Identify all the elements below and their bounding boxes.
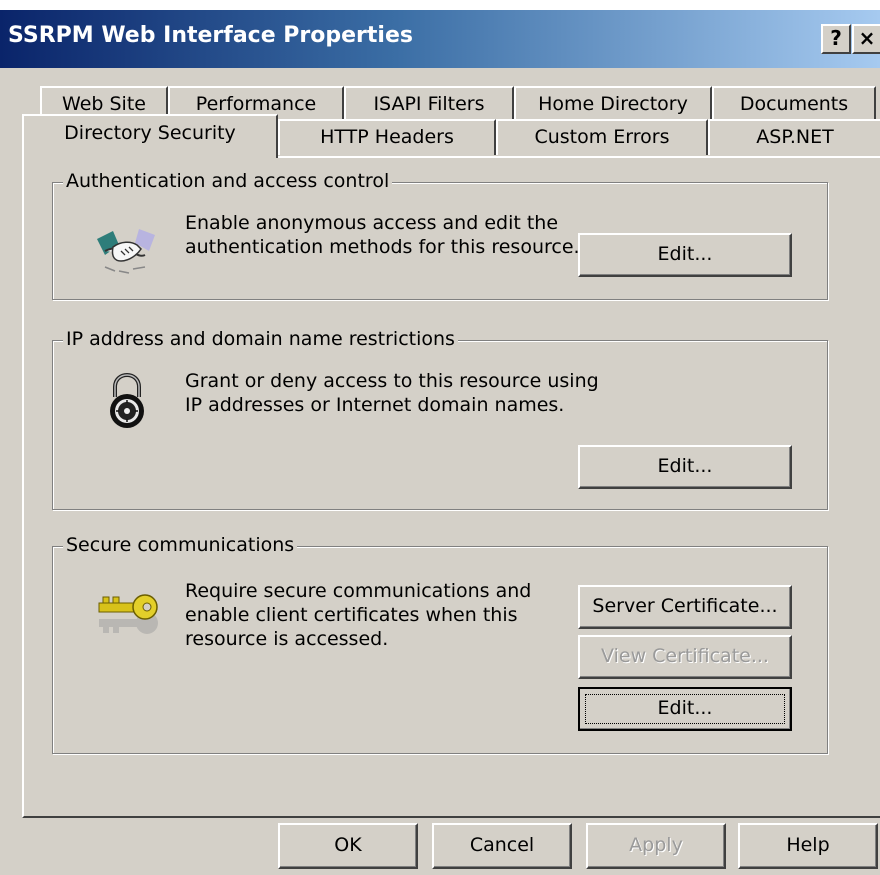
ip-restrictions-group: IP address and domain name restrictions … [52, 328, 828, 510]
ip-restrictions-edit-button[interactable]: Edit... [578, 445, 792, 489]
tab-home-directory[interactable]: Home Directory [514, 86, 712, 122]
ip-restrictions-edit-label: Edit... [657, 455, 713, 477]
authentication-edit-button[interactable]: Edit... [578, 233, 792, 277]
key-icon [98, 594, 158, 634]
authentication-description: Enable anonymous access and edit the aut… [185, 212, 580, 258]
close-button[interactable]: × [852, 24, 880, 54]
tab-documents[interactable]: Documents [712, 86, 876, 122]
ok-button[interactable]: OK [278, 823, 418, 869]
secure-communications-group-label: Secure communications [63, 534, 298, 556]
tab-isapi-filters[interactable]: ISAPI Filters [344, 86, 514, 122]
ip-restrictions-description: Grant or deny access to this resource us… [185, 370, 599, 416]
secure-communications-group: Secure communications Require secure com… [52, 534, 828, 754]
authentication-group-label: Authentication and access control [63, 170, 393, 192]
apply-button[interactable]: Apply [586, 823, 726, 869]
apply-label: Apply [629, 834, 683, 856]
authentication-edit-label: Edit... [657, 243, 713, 265]
secure-communications-edit-button[interactable]: Edit... [578, 687, 792, 731]
tab-http-headers[interactable]: HTTP Headers [278, 119, 496, 155]
tab-directory-security[interactable]: Directory Security [22, 114, 278, 158]
tab-custom-errors[interactable]: Custom Errors [496, 119, 708, 155]
properties-dialog: SSRPM Web Interface Properties ? × Web S… [0, 10, 880, 875]
secure-communications-description: Require secure communications and enable… [185, 580, 532, 650]
authentication-group: Authentication and access control Enable… [52, 170, 828, 300]
secure-communications-edit-label: Edit... [657, 697, 713, 719]
help-title-button[interactable]: ? [821, 24, 851, 54]
cancel-label: Cancel [469, 834, 535, 856]
view-certificate-label: View Certificate... [601, 645, 769, 667]
ip-restrictions-group-label: IP address and domain name restrictions [63, 328, 458, 350]
server-certificate-label: Server Certificate... [592, 595, 778, 617]
window-title: SSRPM Web Interface Properties [8, 23, 413, 48]
ok-label: OK [334, 834, 362, 856]
cancel-button[interactable]: Cancel [432, 823, 572, 869]
help-label: Help [786, 834, 830, 856]
directory-security-panel: Authentication and access control Enable… [22, 156, 880, 818]
view-certificate-button[interactable]: View Certificate... [578, 635, 792, 679]
handshake-icon [97, 229, 155, 274]
title-bar[interactable]: SSRPM Web Interface Properties ? × [0, 10, 880, 68]
tab-aspnet[interactable]: ASP.NET [708, 119, 880, 155]
help-button[interactable]: Help [738, 823, 878, 869]
server-certificate-button[interactable]: Server Certificate... [578, 585, 792, 629]
padlock-icon [110, 373, 144, 428]
